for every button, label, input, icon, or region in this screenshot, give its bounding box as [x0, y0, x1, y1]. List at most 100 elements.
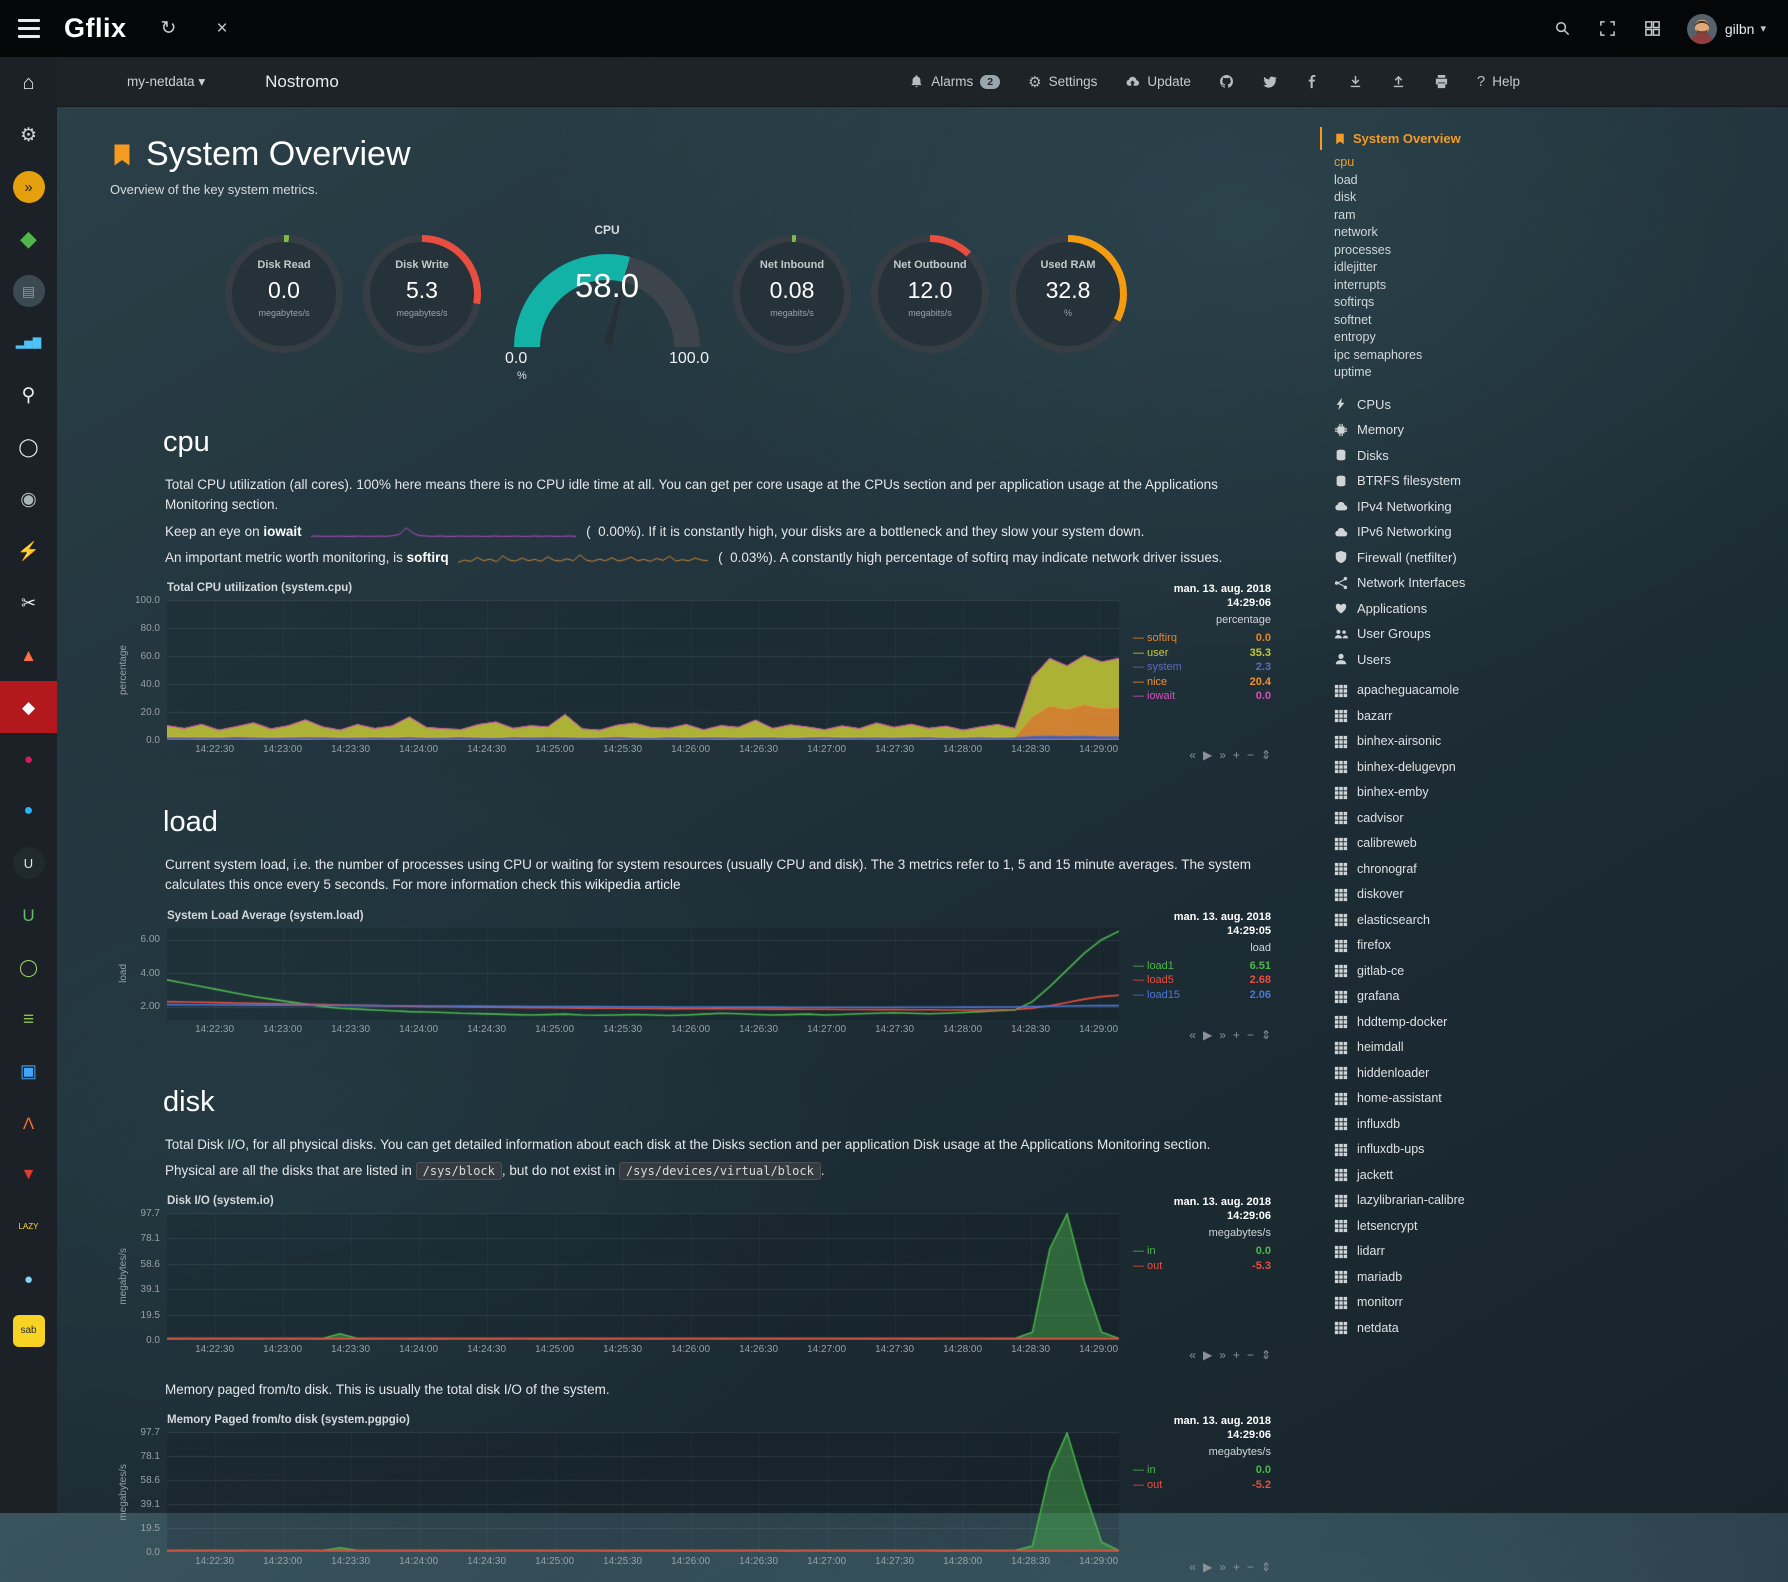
scissors-icon[interactable]: ✂	[0, 577, 57, 629]
settings-button[interactable]: ⚙ Settings	[1028, 73, 1097, 91]
gitlab-fox-icon[interactable]: Λ	[0, 1097, 57, 1149]
magnifier-icon[interactable]: ⚲	[0, 369, 57, 421]
username-menu[interactable]: gilbn	[1725, 21, 1755, 37]
toc-subitem[interactable]: softirqs	[1334, 294, 1550, 312]
toc-category-item[interactable]: CPUs	[1334, 392, 1550, 418]
legend-row[interactable]: — load15 2.06	[1133, 988, 1271, 1003]
toc-app-item[interactable]: jackett	[1334, 1163, 1550, 1189]
window-icon[interactable]: ▣	[0, 1045, 57, 1097]
toc-system-overview[interactable]: System Overview	[1320, 127, 1550, 150]
legend-row[interactable]: — softirq 0.0	[1133, 631, 1271, 646]
green-diamond-icon[interactable]: ◆	[0, 213, 57, 265]
chart-plot-area[interactable]: 97.778.158.639.119.50.0	[167, 1432, 1119, 1552]
legend-row[interactable]: — iowait 0.0	[1133, 689, 1271, 704]
chart-plot-area[interactable]: 6.004.002.00	[167, 928, 1119, 1020]
legend-row[interactable]: — out -5.2	[1133, 1478, 1271, 1493]
zoom-in-button[interactable]: +	[1233, 1560, 1240, 1574]
toc-app-item[interactable]: mariadb	[1334, 1265, 1550, 1291]
toc-app-item[interactable]: grafana	[1334, 984, 1550, 1010]
export-snapshot-button[interactable]	[1391, 74, 1406, 89]
play-button[interactable]: ▶	[1203, 1028, 1212, 1042]
print-button[interactable]	[1434, 74, 1449, 89]
ubiquiti-icon[interactable]: U	[0, 837, 57, 889]
play-button[interactable]: ▶	[1203, 1348, 1212, 1362]
toc-app-item[interactable]: binhex-airsonic	[1334, 729, 1550, 755]
toc-category-item[interactable]: Memory	[1334, 417, 1550, 443]
toc-app-item[interactable]: lazylibrarian-calibre	[1334, 1188, 1550, 1214]
red-shield-icon[interactable]: ▼	[0, 1149, 57, 1201]
toc-app-item[interactable]: bazarr	[1334, 704, 1550, 730]
pan-backward-button[interactable]: «	[1189, 1348, 1196, 1362]
pan-forward-button[interactable]: »	[1219, 1560, 1226, 1574]
zoom-out-button[interactable]: −	[1247, 748, 1254, 762]
toc-app-item[interactable]: lidarr	[1334, 1239, 1550, 1265]
import-snapshot-button[interactable]	[1348, 74, 1363, 89]
refresh-button[interactable]: ↻	[141, 17, 197, 40]
toc-subitem[interactable]: load	[1334, 172, 1550, 190]
toc-subitem[interactable]: idlejitter	[1334, 259, 1550, 277]
toc-category-item[interactable]: Network Interfaces	[1334, 570, 1550, 596]
toc-app-item[interactable]: cadvisor	[1334, 806, 1550, 832]
hamburger-menu-button[interactable]	[0, 0, 58, 57]
resize-button[interactable]: ⇕	[1261, 748, 1271, 762]
sab-icon[interactable]: sab	[0, 1305, 57, 1357]
toc-category-item[interactable]: Disks	[1334, 443, 1550, 469]
orange-disc-icon[interactable]: »	[0, 161, 57, 213]
search-icon[interactable]	[1554, 20, 1571, 37]
toc-app-item[interactable]: home-assistant	[1334, 1086, 1550, 1112]
pan-backward-button[interactable]: «	[1189, 1028, 1196, 1042]
legend-row[interactable]: — nice 20.4	[1133, 675, 1271, 690]
pan-forward-button[interactable]: »	[1219, 748, 1226, 762]
toc-app-item[interactable]: binhex-emby	[1334, 780, 1550, 806]
Net Outbound[interactable]: Net Outbound 12.0 megabits/s	[871, 235, 989, 353]
hostname[interactable]: Nostromo	[265, 72, 339, 92]
toc-subitem[interactable]: entropy	[1334, 329, 1550, 347]
zoom-in-button[interactable]: +	[1233, 748, 1240, 762]
legend-row[interactable]: — system 2.3	[1133, 660, 1271, 675]
toc-app-item[interactable]: elasticsearch	[1334, 908, 1550, 934]
toc-app-item[interactable]: heimdall	[1334, 1035, 1550, 1061]
toc-app-item[interactable]: hddtemp-docker	[1334, 1010, 1550, 1036]
bars-icon[interactable]: ≡	[0, 993, 57, 1045]
toc-category-item[interactable]: Firewall (netfilter)	[1334, 545, 1550, 571]
Used RAM[interactable]: Used RAM 32.8 %	[1009, 235, 1127, 353]
drop-icon[interactable]: ●	[0, 1253, 57, 1305]
zoom-out-button[interactable]: −	[1247, 1560, 1254, 1574]
ring-icon[interactable]: ◯	[0, 421, 57, 473]
toc-subitem[interactable]: network	[1334, 224, 1550, 242]
toc-subitem[interactable]: cpu	[1334, 154, 1550, 172]
toc-app-item[interactable]: binhex-delugevpn	[1334, 755, 1550, 781]
wikipedia-link[interactable]: wikipedia article	[585, 877, 680, 892]
help-button[interactable]: ? Help	[1477, 73, 1520, 90]
legend-row[interactable]: — in 0.0	[1133, 1463, 1271, 1478]
facebook-button[interactable]	[1305, 74, 1320, 89]
green-ring-icon[interactable]: ◯	[0, 941, 57, 993]
toc-category-item[interactable]: Applications	[1334, 596, 1550, 622]
toc-app-item[interactable]: firefox	[1334, 933, 1550, 959]
toc-app-item[interactable]: calibreweb	[1334, 831, 1550, 857]
zoom-in-button[interactable]: +	[1233, 1348, 1240, 1362]
toc-category-item[interactable]: IPv6 Networking	[1334, 519, 1550, 545]
pan-backward-button[interactable]: «	[1189, 1560, 1196, 1574]
zoom-out-button[interactable]: −	[1247, 1348, 1254, 1362]
play-button[interactable]: ▶	[1203, 748, 1212, 762]
softirq-sparkline[interactable]	[458, 551, 708, 566]
green-u-icon[interactable]: U	[0, 889, 57, 941]
equalizer-icon[interactable]: ▂▅▇	[0, 317, 57, 369]
toc-category-item[interactable]: BTRFS filesystem	[1334, 468, 1550, 494]
target-icon[interactable]: ◉	[0, 473, 57, 525]
update-button[interactable]: Update	[1125, 74, 1191, 89]
Disk Write[interactable]: Disk Write 5.3 megabytes/s	[363, 235, 481, 353]
chart-plot-area[interactable]: 100.080.060.040.020.00.0	[167, 600, 1119, 740]
gear-icon[interactable]: ⚙	[0, 109, 57, 161]
close-tab-button[interactable]: ×	[196, 18, 247, 40]
Net Inbound[interactable]: Net Inbound 0.08 megabits/s	[733, 235, 851, 353]
toc-app-item[interactable]: gitlab-ce	[1334, 959, 1550, 985]
toc-app-item[interactable]: monitorr	[1334, 1290, 1550, 1316]
iowait-sparkline[interactable]	[311, 524, 576, 539]
fullscreen-icon[interactable]	[1599, 20, 1616, 37]
toc-category-item[interactable]: Users	[1334, 647, 1550, 673]
legend-row[interactable]: — load5 2.68	[1133, 973, 1271, 988]
toc-subitem[interactable]: processes	[1334, 242, 1550, 260]
shield-icon[interactable]: ◆	[0, 681, 57, 733]
